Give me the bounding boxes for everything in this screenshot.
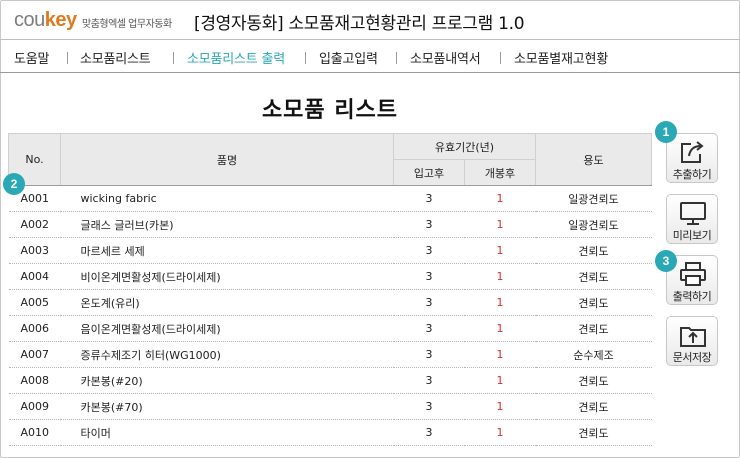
cell-after-receipt: 3 xyxy=(393,289,465,316)
table-row: A005 온도계(유리) 3 1 견뢰도 xyxy=(8,289,652,316)
table-row: A002 글래스 글러브(카본) 3 1 일광견뢰도 xyxy=(8,211,652,238)
nav-item-supply-list[interactable]: 소모품리스트 xyxy=(80,48,151,67)
step-badge: 1 xyxy=(655,121,677,143)
cell-after-opening: 1 xyxy=(464,263,536,290)
table-row: A010 타이머 3 1 견뢰도 xyxy=(8,419,652,446)
save-document-button-label: 문서저장 xyxy=(672,351,712,364)
col-header-use: 용도 xyxy=(535,133,652,186)
supply-table: No. 품명 유효기간(년) 용도 입고후 개봉후 A001 wicking f… xyxy=(8,133,652,446)
brand-logo: coukey xyxy=(14,9,77,31)
table-row: A009 카본봉(#70) 3 1 견뢰도 xyxy=(8,393,652,420)
page-title: 소모품 리스트 xyxy=(261,98,399,123)
cell-after-opening: 1 xyxy=(464,315,536,342)
cell-use: 견뢰도 xyxy=(535,367,652,394)
cell-after-receipt: 3 xyxy=(393,211,465,238)
table-row: A006 음이온계면활성제(드라이세제) 3 1 견뢰도 xyxy=(8,315,652,342)
cell-code: A008 xyxy=(8,367,61,394)
brand-tagline: 맞춤형엑셀 업무자동화 xyxy=(82,19,172,30)
table-row: A007 증류수제조기 히터(WG1000) 3 1 순수제조 xyxy=(8,341,652,368)
cell-after-receipt: 3 xyxy=(393,367,465,394)
cell-after-opening: 1 xyxy=(464,237,536,264)
nav-item-help[interactable]: 도움말 xyxy=(14,48,49,67)
col-header-after-receipt: 입고후 xyxy=(393,159,465,186)
cell-use: 견뢰도 xyxy=(535,419,652,446)
preview-button-label: 미리보기 xyxy=(672,229,712,242)
cell-after-receipt: 3 xyxy=(393,341,465,368)
cell-after-opening: 1 xyxy=(464,393,536,420)
cell-after-opening: 1 xyxy=(464,289,536,316)
cell-after-receipt: 3 xyxy=(393,263,465,290)
cell-name: 온도계(유리) xyxy=(60,289,394,316)
cell-code: A010 xyxy=(8,419,61,446)
cell-name: 카본봉(#70) xyxy=(60,393,394,420)
cell-use: 일광견뢰도 xyxy=(535,211,652,238)
nav-separator xyxy=(500,52,501,64)
cell-use: 견뢰도 xyxy=(535,393,652,420)
cell-after-opening: 1 xyxy=(464,419,536,446)
cell-name: 마르세르 세제 xyxy=(60,237,394,264)
nav-separator xyxy=(173,52,174,64)
cell-use: 견뢰도 xyxy=(535,289,652,316)
export-button-label: 추출하기 xyxy=(672,168,712,181)
save-document-button[interactable]: 문서저장 xyxy=(666,316,718,366)
cell-name: wicking fabric xyxy=(60,185,394,212)
nav-item-supply-statement[interactable]: 소모품내역서 xyxy=(410,48,481,67)
cell-name: 비이온계면활성제(드라이세제) xyxy=(60,263,394,290)
upload-folder-icon xyxy=(680,327,706,347)
cell-code: A006 xyxy=(8,315,61,342)
cell-after-receipt: 3 xyxy=(393,185,465,212)
cell-use: 일광견뢰도 xyxy=(535,185,652,212)
nav-separator xyxy=(67,52,68,64)
nav-item-stock-by-supply[interactable]: 소모품별재고현황 xyxy=(514,48,608,67)
cell-code: A007 xyxy=(8,341,61,368)
printer-icon xyxy=(680,262,706,286)
nav-item-supply-list-print[interactable]: 소모품리스트 출력 xyxy=(187,48,285,67)
cell-use: 견뢰도 xyxy=(535,315,652,342)
cell-after-receipt: 3 xyxy=(393,419,465,446)
nav-item-in-out-entry[interactable]: 입출고입력 xyxy=(319,48,378,67)
col-header-validity: 유효기간(년) xyxy=(393,133,536,160)
table-row: A008 카본봉(#20) 3 1 견뢰도 xyxy=(8,367,652,394)
nav-separator xyxy=(305,52,306,64)
cell-after-opening: 1 xyxy=(464,211,536,238)
step-badge: 3 xyxy=(655,250,677,272)
cell-code: A003 xyxy=(8,237,61,264)
col-header-after-opening: 개봉후 xyxy=(464,159,536,186)
cell-after-opening: 1 xyxy=(464,367,536,394)
cell-after-receipt: 3 xyxy=(393,315,465,342)
cell-after-opening: 1 xyxy=(464,185,536,212)
step-badge: 2 xyxy=(3,173,25,195)
cell-after-receipt: 3 xyxy=(393,237,465,264)
cell-name: 타이머 xyxy=(60,419,394,446)
cell-use: 견뢰도 xyxy=(535,263,652,290)
cell-code: A009 xyxy=(8,393,61,420)
app-title: [경영자동화] 소모품재고현황관리 프로그램 1.0 xyxy=(194,14,525,34)
cell-name: 증류수제조기 히터(WG1000) xyxy=(60,341,394,368)
cell-code: A004 xyxy=(8,263,61,290)
cell-after-opening: 1 xyxy=(464,341,536,368)
cell-name: 카본봉(#20) xyxy=(60,367,394,394)
cell-code: A002 xyxy=(8,211,61,238)
table-row: A003 마르세르 세제 3 1 견뢰도 xyxy=(8,237,652,264)
table-row: A001 wicking fabric 3 1 일광견뢰도 xyxy=(8,185,652,212)
cell-after-receipt: 3 xyxy=(393,393,465,420)
title-bar: coukey 맞춤형엑셀 업무자동화 [경영자동화] 소모품재고현황관리 프로그… xyxy=(0,0,740,40)
preview-button[interactable]: 미리보기 xyxy=(666,194,718,244)
print-button-label: 출력하기 xyxy=(672,290,712,303)
cell-name: 음이온계면활성제(드라이세제) xyxy=(60,315,394,342)
table-row: A004 비이온계면활성제(드라이세제) 3 1 견뢰도 xyxy=(8,263,652,290)
col-header-name: 품명 xyxy=(60,133,394,186)
cell-code: A005 xyxy=(8,289,61,316)
monitor-icon xyxy=(680,202,706,225)
cell-use: 순수제조 xyxy=(535,341,652,368)
main-nav: 도움말 소모품리스트 소모품리스트 출력 입출고입력 소모품내역서 소모품별재고… xyxy=(0,41,740,73)
cell-use: 견뢰도 xyxy=(535,237,652,264)
cell-name: 글래스 글러브(카본) xyxy=(60,211,394,238)
export-button[interactable]: 추출하기 xyxy=(666,133,718,183)
nav-separator xyxy=(396,52,397,64)
export-icon xyxy=(681,141,704,163)
